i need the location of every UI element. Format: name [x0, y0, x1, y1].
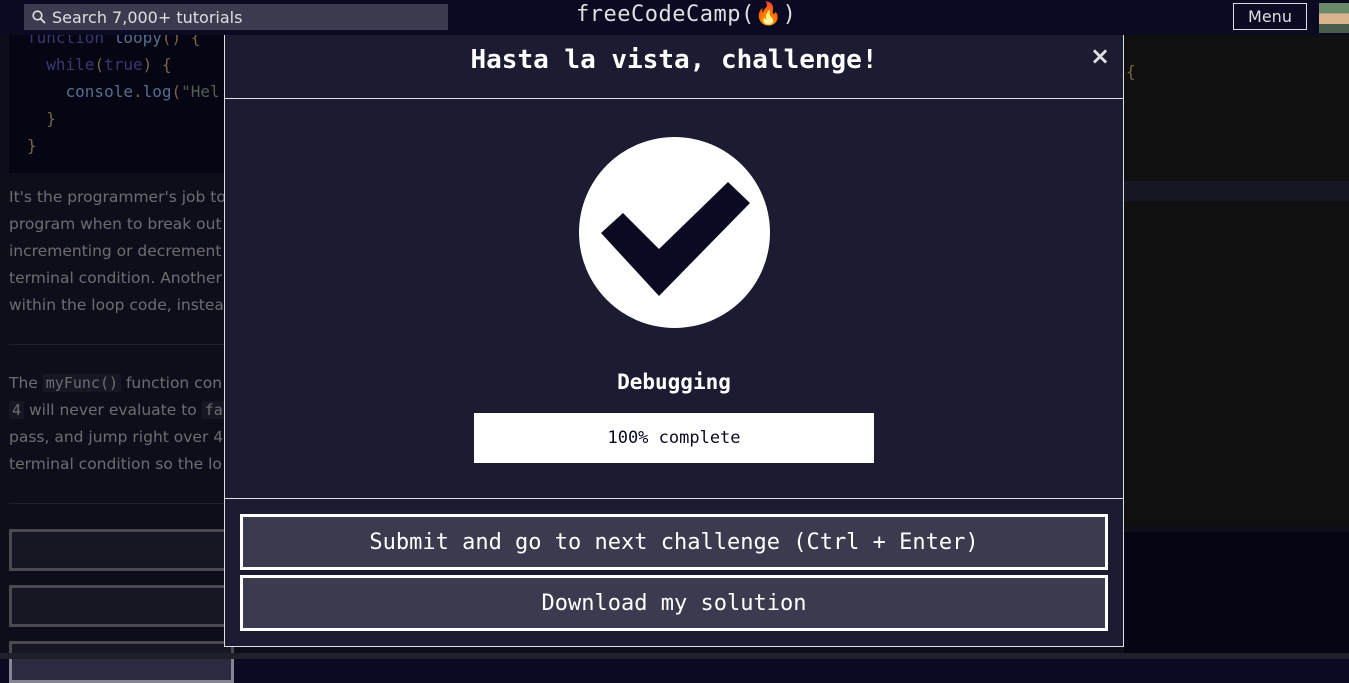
- modal-title: Hasta la vista, challenge!: [470, 45, 878, 75]
- completion-modal: Hasta la vista, challenge! × Debugging 1…: [224, 28, 1124, 647]
- download-solution-button[interactable]: Download my solution: [240, 575, 1108, 631]
- top-navbar: Search 7,000+ tutorials freeCodeCamp(🔥) …: [0, 0, 1349, 35]
- search-bar[interactable]: Search 7,000+ tutorials: [24, 4, 448, 30]
- search-placeholder: Search 7,000+ tutorials: [52, 7, 243, 27]
- success-check-icon: [579, 137, 770, 328]
- progress-text: 100% complete: [607, 428, 741, 448]
- block-name: Debugging: [617, 370, 731, 394]
- search-icon: [32, 10, 46, 24]
- close-button[interactable]: ×: [1089, 43, 1111, 69]
- completion-progress-bar: 100% complete: [474, 413, 874, 463]
- modal-header: Hasta la vista, challenge! ×: [225, 29, 1123, 99]
- menu-button[interactable]: Menu: [1233, 3, 1307, 30]
- modal-footer: Submit and go to next challenge (Ctrl + …: [225, 498, 1123, 647]
- avatar[interactable]: [1319, 3, 1349, 33]
- submit-next-challenge-button[interactable]: Submit and go to next challenge (Ctrl + …: [240, 514, 1108, 570]
- freecodecamp-logo[interactable]: freeCodeCamp(🔥): [576, 2, 796, 27]
